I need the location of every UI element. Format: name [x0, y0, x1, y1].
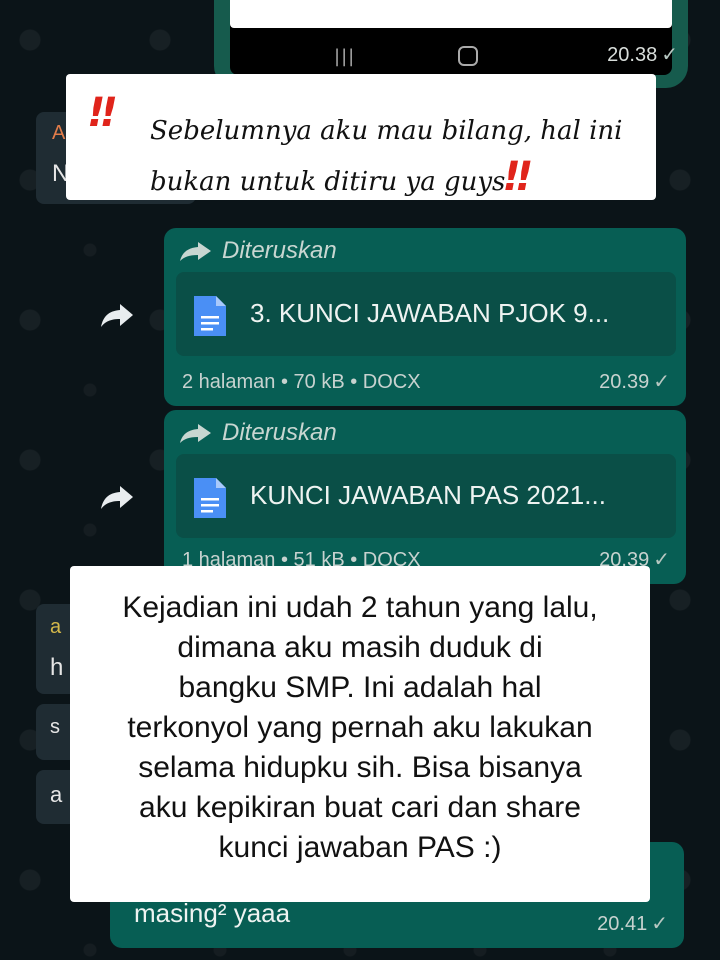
message-initial: h	[50, 654, 64, 681]
caption-line: bukan untuk ditiru ya guys‼	[150, 154, 650, 205]
home-nav-icon	[458, 46, 478, 66]
phone-message-time: 20.38 ✓	[607, 42, 678, 67]
caption-text: Kejadian ini udah 2 tahun yang lalu, dim…	[70, 588, 650, 868]
caption-line: Sebelumnya aku mau bilang, hal ini	[150, 116, 623, 146]
double-exclamation-icon: ‼	[505, 154, 531, 200]
read-tick-icon: ✓	[661, 44, 678, 66]
caption-overlay-main: Kejadian ini udah 2 tahun yang lalu, dim…	[70, 566, 650, 902]
time-text: 20.39	[599, 371, 650, 393]
message-time: 20.41 ✓	[597, 911, 668, 936]
document-file-name: KUNCI JAWABAN PAS 2021...	[250, 480, 606, 510]
forwarded-text: Diteruskan	[222, 237, 337, 264]
read-tick-icon: ✓	[653, 549, 670, 571]
caption-text: ‼ Sebelumnya aku mau bilang, hal ini buk…	[90, 90, 650, 205]
share-icon[interactable]	[100, 484, 134, 510]
forwarded-label: Diteruskan	[178, 236, 337, 266]
caption-line: aku kepikiran buat cari dan share	[139, 791, 581, 824]
caption-line: Kejadian ini udah 2 tahun yang lalu,	[122, 591, 598, 624]
document-file-name: 3. KUNCI JAWABAN PJOK 9...	[250, 298, 610, 328]
forwarded-message-2[interactable]: Diteruskan KUNCI JAWABAN PAS 2021... 1 h…	[164, 410, 686, 584]
caption-line: bangku SMP. Ini adalah hal	[178, 671, 542, 704]
forward-arrow-icon	[180, 424, 211, 443]
forwarded-message-1[interactable]: Diteruskan 3. KUNCI JAWABAN PJOK 9... 2 …	[164, 228, 686, 406]
caption-line-text: bukan untuk ditiru ya guys	[150, 167, 506, 197]
document-meta: 2 halaman • 70 kB • DOCX	[182, 371, 421, 393]
time-text: 20.38	[607, 44, 658, 66]
document-attachment[interactable]: 3. KUNCI JAWABAN PJOK 9...	[176, 272, 676, 356]
sender-initial: A	[52, 122, 66, 144]
caption-line: terkonyol yang pernah aku lakukan	[127, 711, 593, 744]
forwarded-label: Diteruskan	[178, 418, 337, 448]
message-initial: a	[50, 782, 63, 807]
caption-overlay-top: ‼ Sebelumnya aku mau bilang, hal ini buk…	[66, 74, 656, 200]
message-initial: s	[50, 716, 60, 738]
read-tick-icon: ✓	[651, 913, 668, 935]
caption-line: selama hidupku sih. Bisa bisanya	[138, 751, 582, 784]
share-icon[interactable]	[100, 302, 134, 328]
phone-screen-content	[230, 0, 672, 28]
double-exclamation-icon: ‼	[90, 90, 116, 136]
document-icon	[194, 478, 226, 518]
document-attachment[interactable]: KUNCI JAWABAN PAS 2021...	[176, 454, 676, 538]
forwarded-text: Diteruskan	[222, 419, 337, 446]
caption-line: kunci jawaban PAS :)	[218, 831, 502, 864]
sender-initial: a	[50, 616, 62, 638]
time-text: 20.41	[597, 913, 648, 935]
message-time: 20.39 ✓	[599, 369, 670, 394]
phone-screen-frame: |||	[230, 0, 672, 75]
forward-arrow-icon	[180, 242, 211, 261]
read-tick-icon: ✓	[653, 371, 670, 393]
recents-nav-icon: |||	[334, 46, 356, 67]
message-text: masing² yaaa	[134, 898, 291, 928]
document-icon	[194, 296, 226, 336]
caption-line: dimana aku masih duduk di	[177, 631, 543, 664]
